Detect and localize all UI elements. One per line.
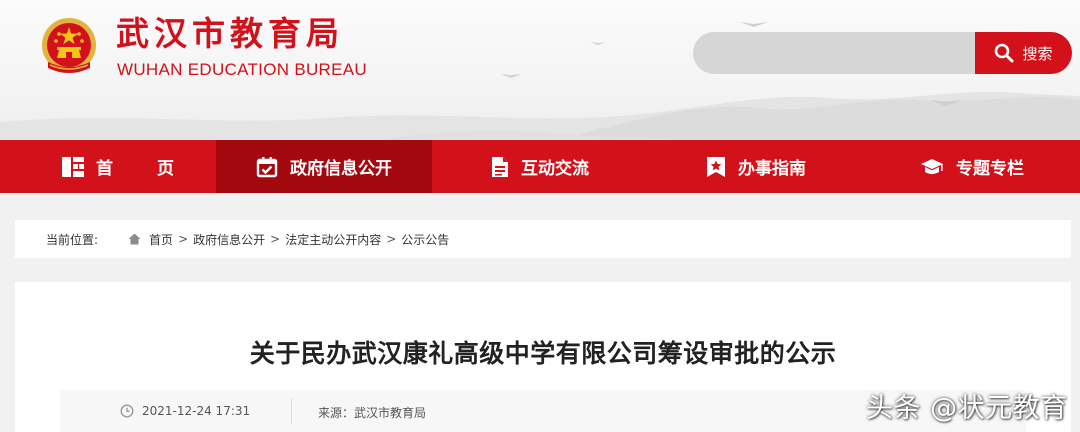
nav-label-home: 首页 <box>96 159 218 179</box>
main-nav: 首页 政府信息公开 互动交流 办事指南 专题专栏 <box>0 140 1080 193</box>
star-bookmark-icon <box>706 156 726 178</box>
toutiao-watermark: 头条 @状元教育 <box>866 393 1068 424</box>
national-emblem-icon <box>42 18 96 73</box>
nav-label-interaction: 互动交流 <box>521 159 589 179</box>
nav-item-guide[interactable]: 办事指南 <box>648 140 864 193</box>
clock-icon <box>120 404 134 418</box>
article-title: 关于民办武汉康礼高级中学有限公司筹设审批的公示 <box>249 339 837 368</box>
site-header: 武汉市教育局 WUHAN EDUCATION BUREAU 搜索 <box>0 0 1080 140</box>
breadcrumb-link-home[interactable]: 首页 <box>149 231 173 248</box>
site-title-en: WUHAN EDUCATION BUREAU <box>117 60 367 79</box>
nav-item-interaction[interactable]: 互动交流 <box>432 140 648 193</box>
breadcrumb-separator: > <box>386 232 397 246</box>
breadcrumb-link-statutory[interactable]: 法定主动公开内容 <box>285 231 381 248</box>
search-button[interactable]: 搜索 <box>975 32 1072 74</box>
nav-label-gov-info: 政府信息公开 <box>290 159 392 179</box>
search-input[interactable] <box>693 32 983 74</box>
site-title-cn: 武汉市教育局 <box>116 14 344 53</box>
document-icon <box>491 156 509 178</box>
breadcrumb-separator: > <box>178 232 189 246</box>
nav-item-topics[interactable]: 专题专栏 <box>864 140 1080 193</box>
nav-item-gov-info[interactable]: 政府信息公开 <box>216 140 432 193</box>
breadcrumb-prefix: 当前位置: <box>46 232 99 247</box>
meta-divider <box>291 398 292 424</box>
breadcrumb-link-notices[interactable]: 公示公告 <box>401 231 449 248</box>
publish-time-text: 2021-12-24 17:31 <box>142 404 251 418</box>
article-source: 来源：武汉市教育局 <box>318 406 427 420</box>
breadcrumb-separator: > <box>270 232 281 246</box>
home-grid-icon <box>62 156 84 177</box>
graduation-cap-icon <box>920 157 944 177</box>
search-button-label: 搜索 <box>1022 44 1053 63</box>
search-icon <box>995 43 1014 63</box>
calendar-check-icon <box>256 156 278 178</box>
home-icon <box>128 233 141 245</box>
nav-label-topics: 专题专栏 <box>956 159 1024 179</box>
nav-label-guide: 办事指南 <box>738 159 806 179</box>
publish-time: 2021-12-24 17:31 <box>120 404 250 418</box>
nav-item-home[interactable]: 首页 <box>0 140 216 193</box>
breadcrumb: 当前位置: 首页 > 政府信息公开 > 法定主动公开内容 > 公示公告 <box>15 220 1071 258</box>
breadcrumb-link-gov-info[interactable]: 政府信息公开 <box>193 231 265 248</box>
